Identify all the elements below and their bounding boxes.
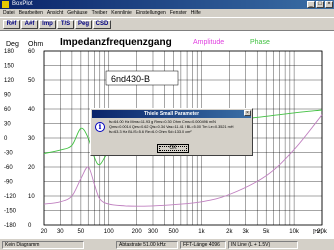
toolbar-button-rf[interactable]: R#f [3, 20, 20, 29]
toolbar-button-peg[interactable]: Peg [75, 20, 92, 29]
deg-tick-label: -150 [4, 209, 17, 215]
x-tick-label: 300 [148, 229, 159, 235]
legend-amplitude: Amplitude [193, 39, 224, 46]
status-diagram: Kein Diagramm [2, 241, 84, 249]
deg-tick-label: 150 [4, 64, 15, 70]
window-titlebar: BoxPlot _ □ × [0, 0, 334, 9]
menu-item-datei[interactable]: Datei [3, 9, 15, 17]
x-tick-label: 3k [242, 229, 249, 235]
x-tick-label: 2k [226, 229, 233, 235]
x-tick-label: 1k [198, 229, 205, 235]
deg-tick-label: 30 [4, 122, 11, 128]
deg-tick-label: 90 [4, 93, 11, 99]
menu-item-ansicht[interactable]: Ansicht [47, 9, 63, 17]
ohm-tick-label: 50 [28, 78, 35, 84]
x-tick-label: 30 [57, 229, 64, 235]
menu-item-kennlinie[interactable]: Kennlinie [111, 9, 132, 17]
deg-tick-label: -120 [4, 194, 17, 200]
status-input: IN Line (L + 1.5V) [228, 241, 298, 249]
deg-tick-label: 180 [4, 49, 15, 55]
app-icon [2, 1, 9, 8]
menu-item-treiber[interactable]: Treiber [92, 9, 108, 17]
right-axis-label: Ohm [28, 41, 43, 48]
x-tick-label: 100 [104, 229, 115, 235]
driver-label: 6nd430-B [111, 74, 150, 84]
dialog-title: Thiele Small Parameter [92, 110, 251, 118]
status-sample-rate: Abtastrate 51.00 kHz [116, 241, 178, 249]
legend-phase: Phase [250, 39, 270, 46]
deg-tick-label: -180 [4, 223, 17, 229]
menu-item-bearbeiten[interactable]: Bearbeiten [19, 9, 43, 17]
x-tick-label: 200 [132, 229, 143, 235]
info-icon: i [95, 122, 105, 132]
deg-tick-label: -60 [4, 165, 13, 171]
toolbar-button-imp[interactable]: Imp [39, 20, 56, 29]
menu-item-hilfe[interactable]: Hilfe [191, 9, 201, 17]
menu-bar: Datei Bearbeiten Ansicht Gehäuse Treiber… [0, 9, 334, 17]
dialog-close-button[interactable]: × [244, 110, 251, 116]
x-tick-label: 50 [78, 229, 85, 235]
status-fft-length: FFT-Länge 4096 [180, 241, 226, 249]
x-tick-label: 10k [289, 229, 300, 235]
ok-button[interactable]: OK [157, 144, 189, 153]
x-tick-label: 500 [169, 229, 180, 235]
x-tick-label: 5k [263, 229, 270, 235]
toolbar-button-ts[interactable]: T/S [57, 20, 74, 29]
window-title: BoxPlot [12, 1, 33, 7]
menu-item-einstellungen[interactable]: Einstellungen [136, 9, 166, 17]
menu-item-gehaeuse[interactable]: Gehäuse [67, 9, 87, 17]
ohm-tick-label: 30 [28, 136, 35, 142]
dialog-param-line-3: fs=63.3 Hz BL/S=5.6 Re=6.0 Ohm Sd=133.0 … [109, 130, 192, 134]
thiele-small-dialog: Thiele Small Parameter × i fs=64.00 Hz M… [90, 108, 253, 156]
toolbar-button-af[interactable]: A#f [21, 20, 38, 29]
ohm-tick-label: 20 [28, 165, 35, 171]
ohm-tick-label: 40 [28, 107, 35, 113]
deg-tick-label: -90 [4, 180, 13, 186]
close-button[interactable]: × [325, 1, 333, 8]
status-bar: Kein Diagramm Abtastrate 51.00 kHz FFT-L… [0, 238, 334, 250]
chart-title: Impedanzfrequenzgang [60, 37, 172, 48]
left-axis-label: Deg [6, 41, 19, 48]
x-tick-label: 20 [41, 229, 48, 235]
x-unit-label: [Hz] [313, 229, 323, 235]
ohm-tick-label: 60 [28, 49, 35, 55]
toolbar-button-csd[interactable]: CSD [93, 20, 111, 29]
deg-tick-label: 60 [4, 107, 11, 113]
maximize-button[interactable]: □ [316, 1, 324, 8]
deg-tick-label: -30 [4, 151, 13, 157]
menu-item-fenster[interactable]: Fenster [170, 9, 187, 17]
deg-tick-label: 120 [4, 78, 15, 84]
ohm-tick-label: 10 [28, 194, 35, 200]
toolbar: R#f A#f Imp T/S Peg CSD [0, 17, 334, 31]
minimize-button[interactable]: _ [307, 1, 315, 8]
